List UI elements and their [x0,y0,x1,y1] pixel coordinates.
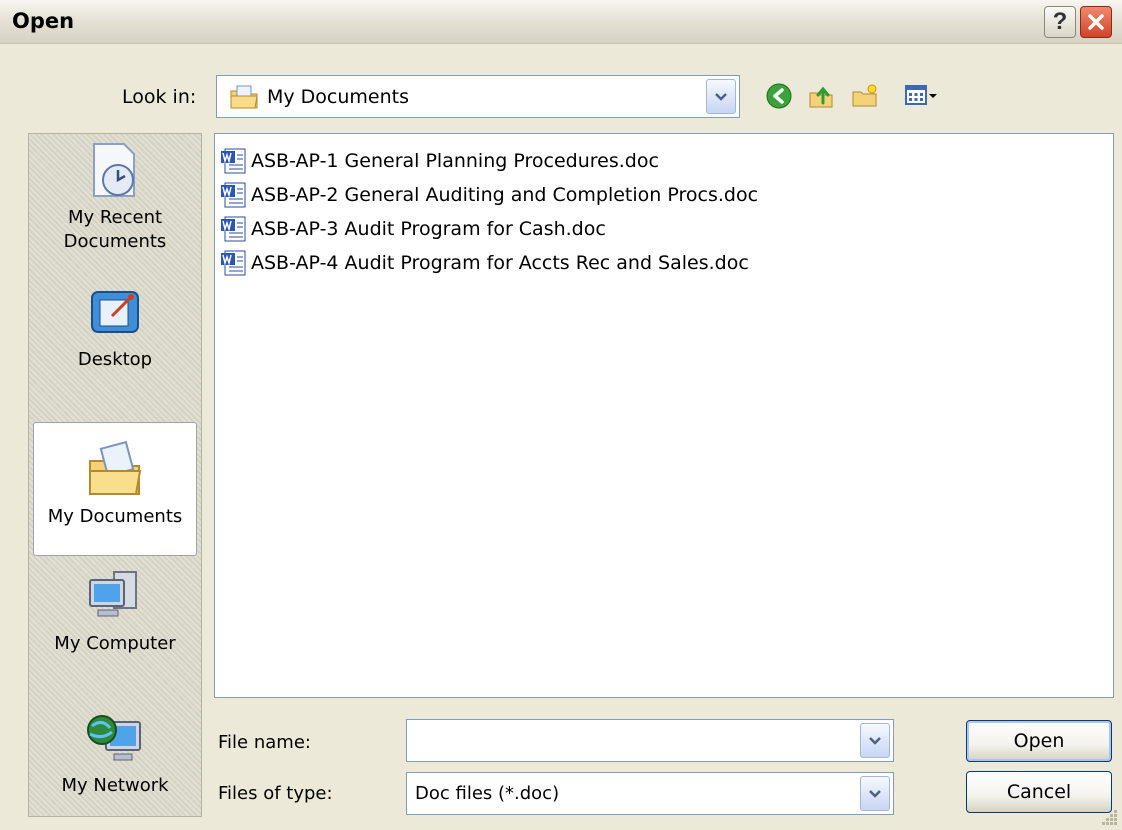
file-item[interactable]: ASB-AP-1 General Planning Procedures.doc [219,144,1109,178]
file-item[interactable]: ASB-AP-3 Audit Program for Cash.doc [219,212,1109,246]
resize-grip-icon[interactable] [1098,806,1120,828]
file-item[interactable]: ASB-AP-2 General Auditing and Completion… [219,178,1109,212]
place-label: My Documents [47,506,183,527]
cancel-button[interactable]: Cancel [966,771,1112,813]
file-name-dropdown-arrow[interactable] [860,723,890,758]
view-menu-icon[interactable] [904,81,940,111]
file-name: ASB-AP-2 General Auditing and Completion… [251,184,759,206]
lookin-value: My Documents [267,85,410,108]
lookin-dropdown[interactable]: My Documents [216,75,740,118]
up-one-level-icon[interactable] [806,81,836,111]
place-label: My Network [61,775,169,796]
word-document-icon [221,148,246,174]
my-documents-icon [89,440,142,495]
lookin-label: Look in: [122,86,197,108]
place-my-documents[interactable]: My Documents [33,422,197,556]
desktop-icon [91,291,139,333]
chevron-down-icon [869,736,881,745]
file-name: ASB-AP-3 Audit Program for Cash.doc [251,218,606,240]
place-my-recent-documents[interactable]: My Recent Documents [33,140,197,278]
my-computer-icon [89,571,137,617]
file-type-dropdown[interactable]: Doc files (*.doc) [406,772,894,815]
place-label: My Recent Documents [63,207,167,252]
place-my-network[interactable]: My Network [33,708,197,814]
file-name-label: File name: [218,732,311,753]
places-bar: My Recent Documents Desktop My Documents… [28,133,202,817]
word-document-icon [221,250,246,276]
my-network-icon [87,715,141,761]
place-desktop[interactable]: Desktop [33,282,197,392]
file-type-value: Doc files (*.doc) [415,783,560,804]
recent-documents-icon [93,143,135,197]
chevron-down-icon [869,789,881,798]
file-type-dropdown-arrow[interactable] [860,776,890,811]
file-item[interactable]: ASB-AP-4 Audit Program for Accts Rec and… [219,246,1109,280]
file-type-label: Files of type: [218,783,333,804]
file-list[interactable]: ASB-AP-1 General Planning Procedures.doc… [214,133,1114,698]
close-button[interactable] [1080,6,1112,38]
back-icon[interactable] [764,81,794,111]
file-name: ASB-AP-1 General Planning Procedures.doc [251,150,659,172]
file-name: ASB-AP-4 Audit Program for Accts Rec and… [251,252,749,274]
file-name-combo[interactable] [406,719,894,762]
place-label: Desktop [77,349,153,370]
my-documents-folder-icon [230,85,258,108]
place-label: My Computer [54,633,176,654]
chevron-down-icon [715,92,727,101]
place-my-computer[interactable]: My Computer [33,566,197,676]
title-bar: Open ? [0,0,1122,44]
close-icon [1088,14,1104,30]
help-button[interactable]: ? [1044,6,1076,38]
help-icon: ? [1052,8,1068,35]
file-name-input[interactable] [415,730,855,751]
new-folder-icon[interactable] [850,81,880,111]
lookin-dropdown-arrow[interactable] [706,79,736,114]
open-button[interactable]: Open [966,720,1112,762]
window-title: Open [12,9,75,33]
word-document-icon [221,182,246,208]
word-document-icon [221,216,246,242]
